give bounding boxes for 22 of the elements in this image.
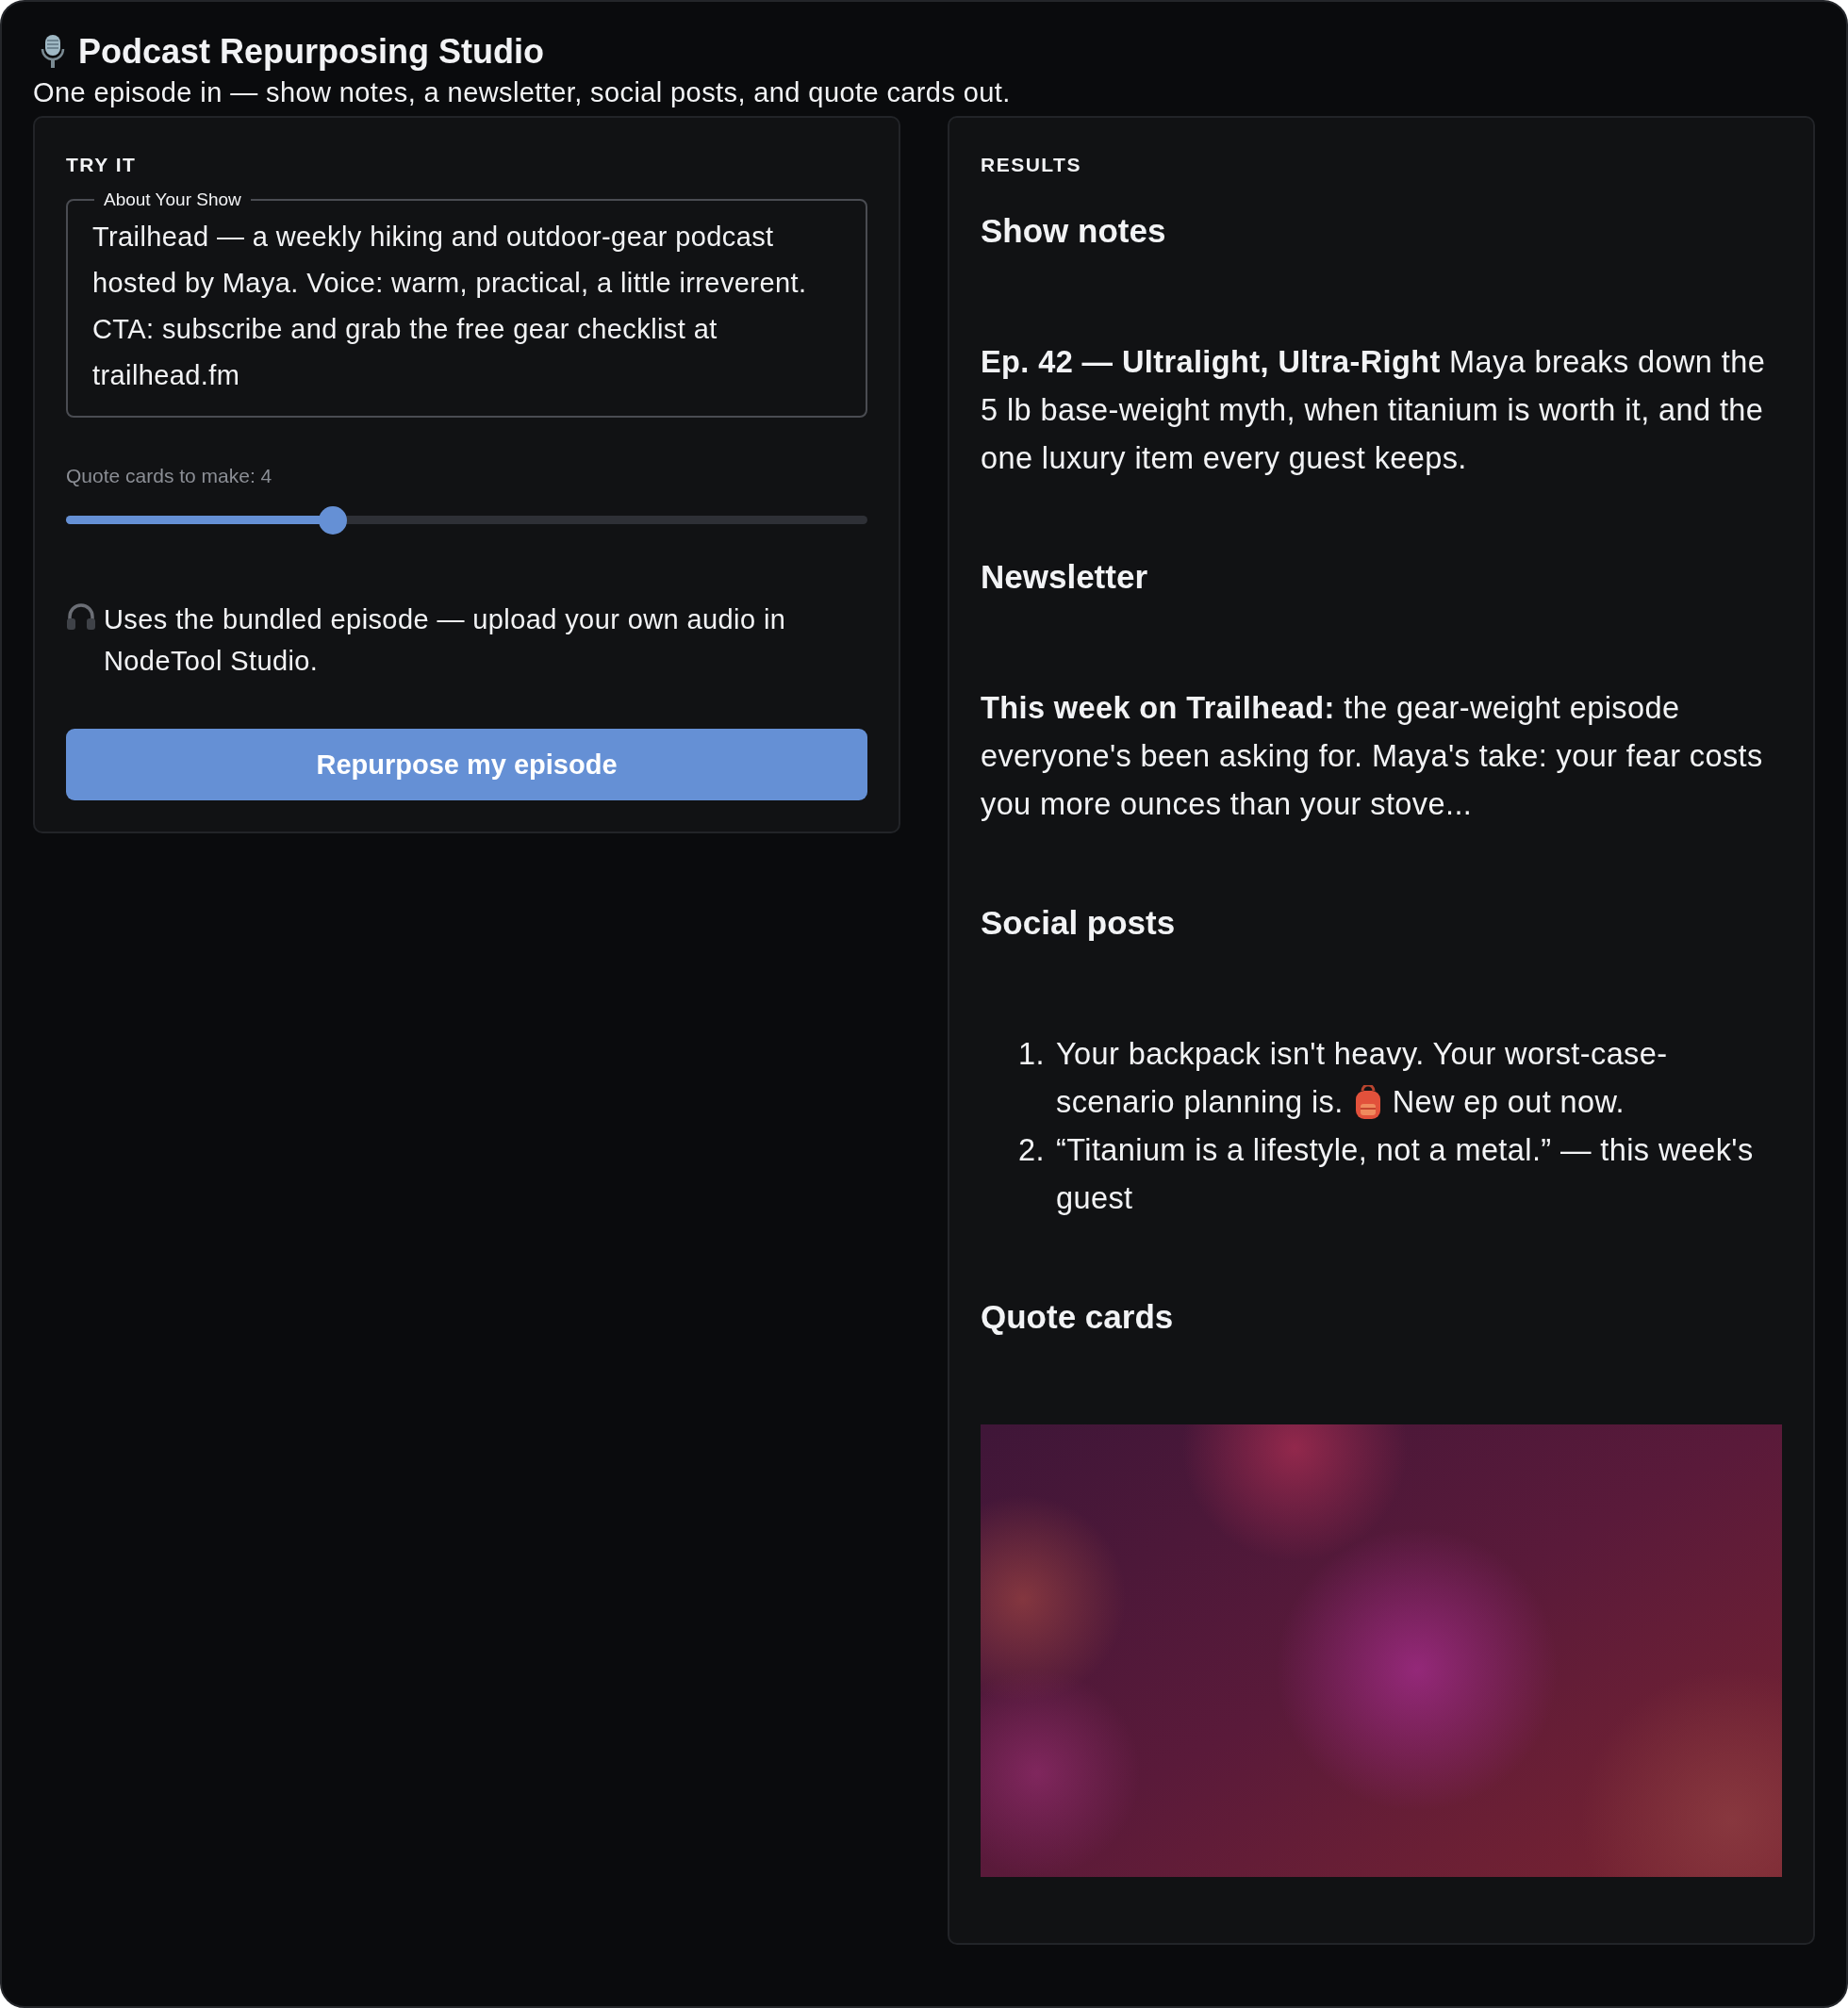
social-post-text: New ep out now.: [1392, 1084, 1625, 1121]
quote-count-slider[interactable]: [66, 506, 867, 533]
panel-label: TRY IT: [66, 154, 138, 176]
panel-label: RESULTS: [981, 154, 1082, 176]
social-post-text: scenario planning is.: [1056, 1084, 1344, 1121]
social-post-text: Your backpack isn't heavy. Your worst-case-: [1056, 1036, 1668, 1073]
list-number: 2.: [1018, 1132, 1043, 1169]
section-heading: Newsletter: [981, 558, 1149, 596]
headphones-icon: [66, 602, 96, 631]
list-number: 1.: [1018, 1036, 1043, 1073]
section-heading: Quote cards: [981, 1298, 1175, 1336]
social-post-text: “Titanium is a lifestyle, not a metal.” — this week's guest: [1056, 1132, 1755, 1217]
section-heading: Show notes: [981, 212, 1167, 250]
section-text: This week on Trailhead: the gear-weight episode everyone's been asking for. Maya's take: your fear costs you more ounces than your stove...: [981, 690, 1764, 823]
section-text: Ep. 42 — Ultralight, Ultra-Right Maya breaks down the 5 lb base-weight myth, when titanium is worth it, and the one luxury item every guest keeps.: [981, 344, 1767, 477]
slider-thumb[interactable]: [319, 506, 348, 535]
slider-label: Quote cards to make: 4: [66, 465, 273, 487]
audio-note: Uses the bundled episode — upload your own audio in NodeTool Studio.: [104, 603, 787, 678]
app-title: Podcast Repurposing Studio: [78, 32, 544, 72]
microphone-icon: [41, 34, 65, 70]
app-subtitle: One episode in — show notes, a newsletter, social posts, and quote cards out.: [33, 77, 1012, 108]
section-heading: Social posts: [981, 904, 1177, 942]
